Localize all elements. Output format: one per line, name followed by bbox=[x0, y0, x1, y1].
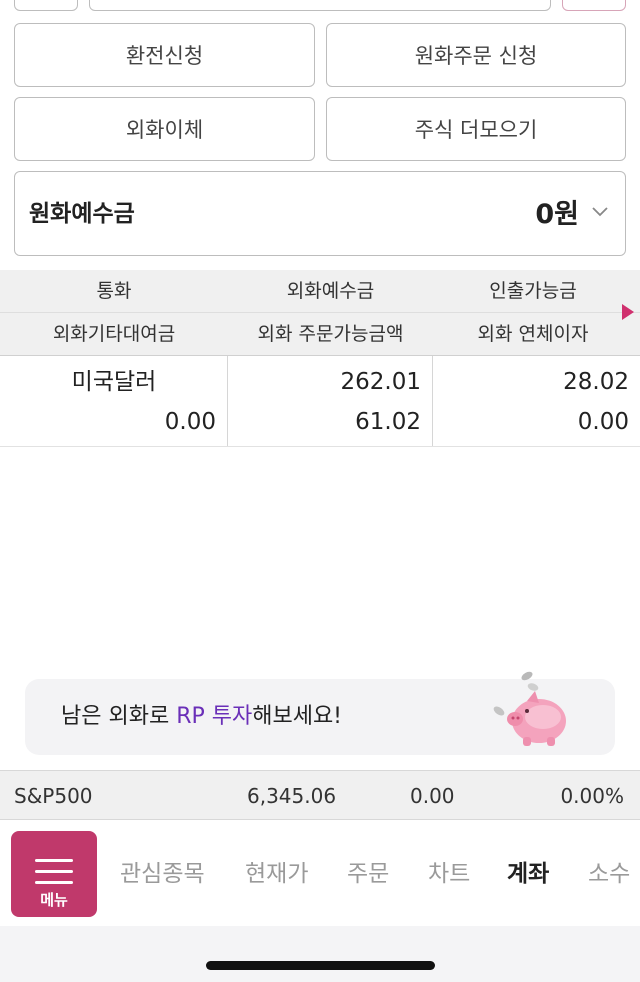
nav-fractional[interactable]: 소수 bbox=[588, 831, 630, 917]
top-control-right[interactable] bbox=[562, 0, 626, 11]
header-row-1: 통화 외화예수금 인출가능금 bbox=[0, 270, 640, 313]
header-fx-deposit: 외화예수금 bbox=[286, 280, 375, 302]
menu-label: 메뉴 bbox=[40, 891, 68, 909]
piggy-bank-icon bbox=[493, 671, 566, 746]
bottom-nav: 메뉴 관심종목 현재가 주문 차트 계좌 소수 bbox=[0, 820, 640, 926]
top-control-left[interactable] bbox=[14, 0, 78, 11]
menu-icon bbox=[35, 859, 73, 885]
header-orderable: 외화 주문가능금액 bbox=[257, 323, 404, 345]
banner-highlight: RP 투자 bbox=[176, 704, 253, 729]
banner-text-before: 남은 외화로 bbox=[61, 704, 177, 729]
ticker-change: 0.00 bbox=[410, 784, 455, 808]
exchange-request-button[interactable]: 환전신청 bbox=[14, 23, 315, 87]
krw-deposit-label: 원화예수금 bbox=[29, 201, 135, 227]
menu-button[interactable]: 메뉴 bbox=[11, 831, 97, 917]
header-currency: 통화 bbox=[96, 280, 132, 302]
more-columns-arrow-icon[interactable] bbox=[622, 304, 634, 320]
ticker-name: S&P500 bbox=[14, 784, 93, 808]
nav-account[interactable]: 계좌 bbox=[507, 831, 549, 917]
krw-order-request-button[interactable]: 원화주문 신청 bbox=[326, 23, 626, 87]
header-row-2: 외화기타대여금 외화 주문가능금액 외화 연체이자 bbox=[0, 313, 640, 356]
banner-text: 남은 외화로 RP 투자해보세요! bbox=[61, 679, 342, 755]
table-row[interactable]: 미국달러 262.01 28.02 0.00 61.02 0.00 bbox=[0, 356, 640, 447]
stocks-more-button[interactable]: 주식 더모으기 bbox=[326, 97, 626, 161]
index-ticker[interactable]: S&P500 6,345.06 0.00 0.00% bbox=[0, 770, 640, 820]
ticker-price: 6,345.06 bbox=[247, 784, 337, 808]
header-other-loan: 외화기타대여금 bbox=[52, 323, 176, 345]
orderable-value: 61.02 bbox=[355, 409, 421, 435]
krw-deposit-selector[interactable]: 원화예수금 0원 bbox=[14, 171, 626, 256]
banner-text-after: 해보세요! bbox=[252, 704, 342, 729]
nav-current-price[interactable]: 현재가 bbox=[245, 831, 308, 917]
fx-transfer-button[interactable]: 외화이체 bbox=[14, 97, 315, 161]
header-overdue-interest: 외화 연체이자 bbox=[477, 323, 589, 345]
top-control-account-select[interactable] bbox=[89, 0, 551, 11]
krw-deposit-amount: 0원 bbox=[535, 199, 579, 230]
nav-watchlist[interactable]: 관심종목 bbox=[120, 831, 205, 917]
withdrawable-value: 28.02 bbox=[563, 369, 629, 395]
system-bottom-area bbox=[0, 926, 640, 982]
fx-table-header: 통화 외화예수금 인출가능금 외화기타대여금 외화 주문가능금액 외화 연체이자 bbox=[0, 270, 640, 356]
other-loan-value: 0.00 bbox=[164, 409, 216, 435]
currency-name: 미국달러 bbox=[71, 369, 157, 395]
nav-chart[interactable]: 차트 bbox=[428, 831, 470, 917]
chevron-down-icon bbox=[592, 207, 608, 217]
header-withdrawable: 인출가능금 bbox=[489, 280, 577, 302]
fx-deposit-value: 262.01 bbox=[340, 369, 421, 395]
top-controls-row bbox=[0, 0, 640, 12]
ticker-change-pct: 0.00% bbox=[560, 784, 624, 808]
nav-order[interactable]: 주문 bbox=[347, 831, 389, 917]
home-indicator[interactable] bbox=[206, 961, 435, 970]
rp-invest-banner[interactable]: 남은 외화로 RP 투자해보세요! bbox=[25, 671, 615, 755]
overdue-interest-value: 0.00 bbox=[577, 409, 629, 435]
